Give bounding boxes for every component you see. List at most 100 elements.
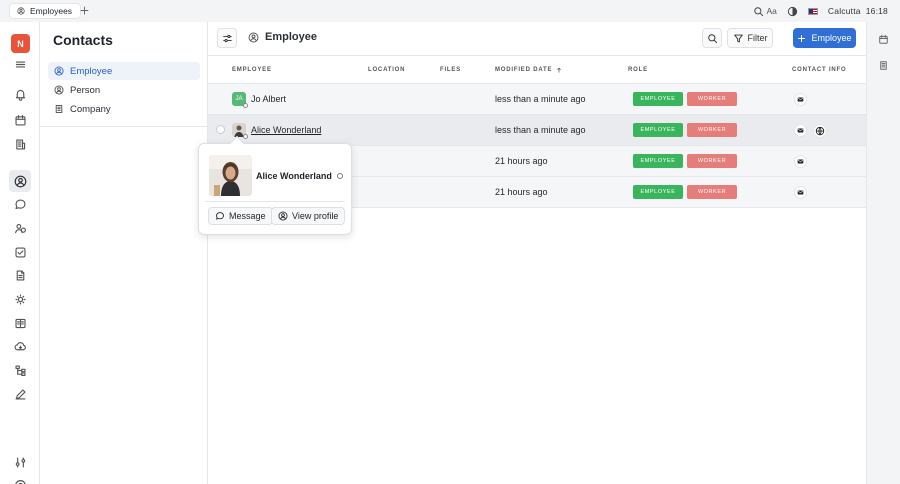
sliders-icon <box>222 34 232 42</box>
column-role[interactable]: Role <box>628 67 648 73</box>
menu-button[interactable] <box>9 53 31 75</box>
avatar <box>232 123 248 139</box>
email-button[interactable] <box>794 93 807 106</box>
tracker-button[interactable] <box>9 359 31 381</box>
office-button[interactable] <box>9 133 31 155</box>
modified-date: 21 hours ago <box>495 156 548 166</box>
tasks-button[interactable] <box>9 241 31 263</box>
column-employee[interactable]: Employee <box>232 67 272 73</box>
popover-person-name[interactable]: Alice Wonderland <box>256 171 343 181</box>
view-profile-button[interactable]: View profile <box>271 207 346 225</box>
chat-button[interactable] <box>9 193 31 215</box>
globe-icon <box>815 126 825 136</box>
modified-date: less than a minute ago <box>495 125 586 135</box>
cloud-icon <box>13 341 26 350</box>
table-header: Employee Location Files Modified date Ro… <box>208 56 866 84</box>
bell-icon <box>15 89 25 101</box>
column-label: Modified date <box>495 67 553 73</box>
notifications-button[interactable] <box>9 83 31 105</box>
employee-name[interactable]: Jo Albert <box>251 94 286 104</box>
website-button[interactable] <box>813 124 827 138</box>
nav-item-company[interactable]: Company <box>48 100 200 118</box>
row-select-checkbox[interactable] <box>216 125 225 134</box>
new-employee-button[interactable]: Employee <box>793 28 856 48</box>
app-rail: N <box>0 22 40 484</box>
person-circle-icon <box>278 211 288 221</box>
nav-item-person[interactable]: Person <box>48 81 200 99</box>
page-title-text: Employee <box>265 31 317 43</box>
message-button[interactable]: Message <box>208 207 273 225</box>
envelope-icon <box>797 128 804 133</box>
us-flag-icon[interactable] <box>807 7 818 15</box>
chat-icon <box>216 212 224 220</box>
status-indicator <box>243 134 248 139</box>
envelope-icon <box>797 190 804 195</box>
role-badge-employee: Employee <box>633 92 683 106</box>
clock-time: 16:18 <box>865 6 888 16</box>
new-employee-label: Employee <box>811 33 852 43</box>
view-profile-label: View profile <box>292 211 339 221</box>
menu-icon <box>15 60 25 68</box>
calendar-button[interactable] <box>9 109 31 131</box>
top-right-controls: Aa Calcutta 16:18 <box>753 3 888 19</box>
popover-name-text: Alice Wonderland <box>256 171 332 181</box>
help-button[interactable] <box>9 474 31 484</box>
column-modified-date[interactable]: Modified date <box>495 67 562 73</box>
drive-button[interactable] <box>9 335 31 357</box>
documents-button[interactable] <box>9 264 31 286</box>
nav-item-employee[interactable]: Employee <box>48 62 200 80</box>
role-badge-worker: Worker <box>687 154 737 168</box>
contacts-button[interactable] <box>9 170 31 192</box>
employee-name[interactable]: Alice Wonderland <box>251 125 321 135</box>
knowledge-button[interactable] <box>9 312 31 334</box>
contrast-icon[interactable] <box>787 6 798 17</box>
calendar-icon <box>14 114 26 126</box>
calendar-icon[interactable] <box>878 34 889 45</box>
tab-employees[interactable]: Employees <box>9 3 82 19</box>
message-label: Message <box>229 211 266 221</box>
settings-button[interactable] <box>9 451 31 473</box>
modified-date: less than a minute ago <box>495 94 586 104</box>
email-button[interactable] <box>794 186 807 199</box>
nav-divider <box>40 126 208 127</box>
sliders-icon <box>15 456 25 468</box>
role-badge-employee: Employee <box>633 185 683 199</box>
envelope-icon <box>797 97 804 102</box>
column-contact-info[interactable]: Contact info <box>792 67 846 73</box>
chat-icon <box>14 198 26 209</box>
main-content: Employee Filter Employee Employee Locati… <box>208 22 866 484</box>
search-button[interactable]: Aa <box>753 6 777 17</box>
person-circle-icon <box>14 175 26 187</box>
building-icon <box>55 105 63 113</box>
search-icon <box>707 33 717 43</box>
nav-title: Contacts <box>53 32 113 48</box>
people-icon <box>14 223 26 233</box>
role-badge-employee: Employee <box>633 123 683 137</box>
book-icon <box>14 318 26 328</box>
column-location[interactable]: Location <box>368 67 405 73</box>
font-size-label: Aa <box>766 6 777 16</box>
filter-button[interactable]: Filter <box>727 28 773 48</box>
plus-icon[interactable] <box>79 5 90 16</box>
workspace-logo[interactable]: N <box>11 34 30 53</box>
clock[interactable]: Calcutta 16:18 <box>828 6 888 16</box>
person-circle-icon <box>54 85 64 95</box>
sun-icon <box>14 293 26 305</box>
planning-button[interactable] <box>9 288 31 310</box>
status-indicator <box>336 173 343 179</box>
column-files[interactable]: Files <box>440 67 461 73</box>
table-row[interactable]: Alice Wonderland less than a minute ago … <box>208 115 866 146</box>
edit-button[interactable] <box>9 383 31 405</box>
email-button[interactable] <box>794 155 807 168</box>
view-options-button[interactable] <box>217 28 237 48</box>
email-button[interactable] <box>794 124 807 137</box>
role-badge-worker: Worker <box>687 92 737 106</box>
document-icon[interactable] <box>878 60 889 71</box>
avatar-initials: JA <box>235 96 243 102</box>
table-row[interactable]: JA Jo Albert less than a minute ago Empl… <box>208 84 866 115</box>
plus-icon <box>798 34 806 42</box>
tab-label: Employees <box>30 6 73 16</box>
recruiting-button[interactable] <box>9 217 31 239</box>
search-button[interactable] <box>702 28 722 48</box>
contacts-nav-panel: Contacts Employee Person Company <box>40 22 208 484</box>
